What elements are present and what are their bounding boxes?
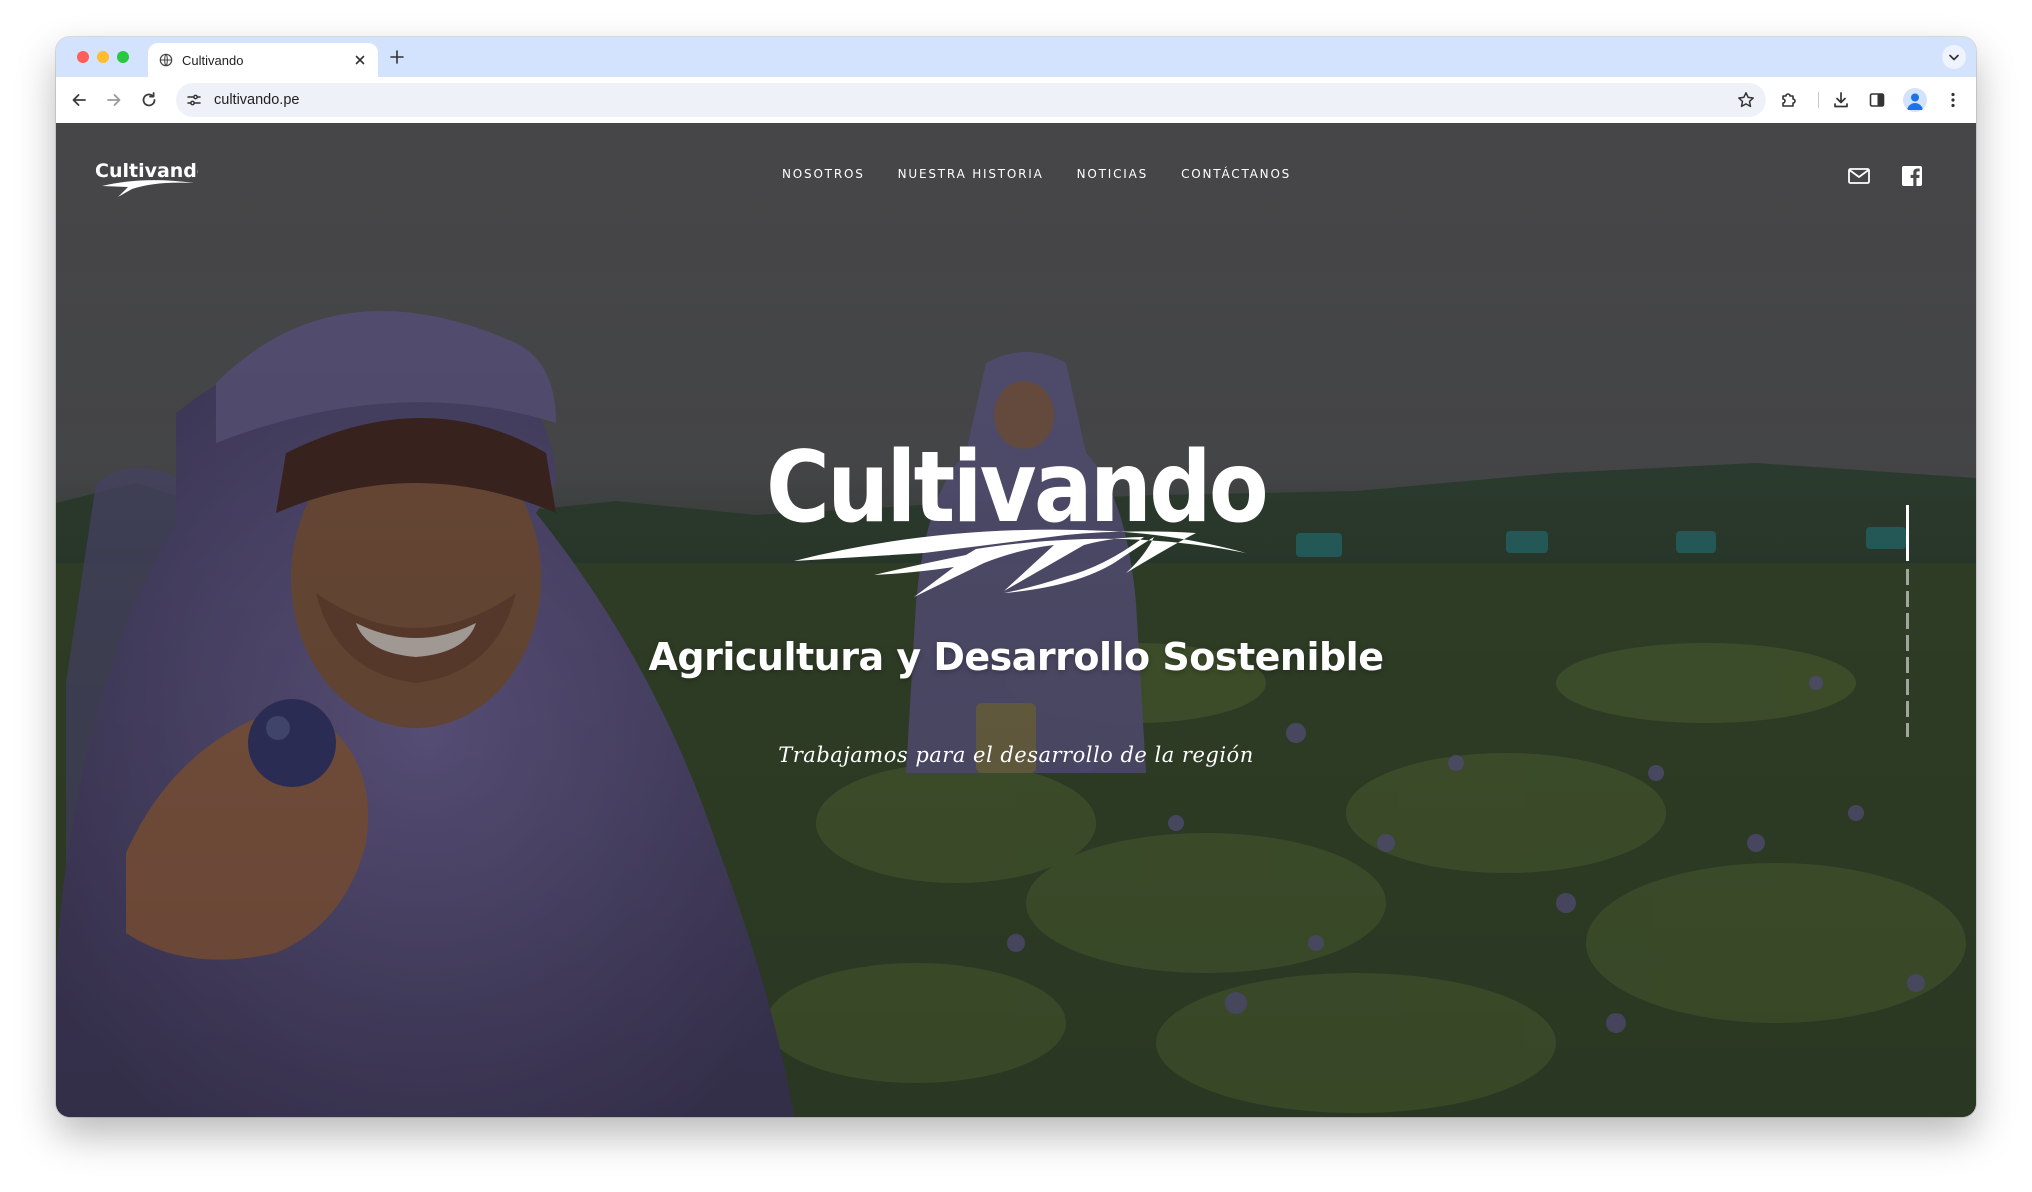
site-logo[interactable]: Cultivando xyxy=(94,155,198,199)
kebab-menu-icon[interactable] xyxy=(1943,90,1963,110)
browser-tab[interactable]: Cultivando xyxy=(148,43,378,77)
browser-toolbar: cultivando.pe xyxy=(56,77,1976,123)
arrow-right-icon[interactable] xyxy=(104,90,124,110)
star-icon[interactable] xyxy=(1736,90,1756,110)
mail-icon[interactable] xyxy=(1846,163,1872,189)
slider-dot-active xyxy=(1906,505,1909,561)
slider-dot xyxy=(1906,679,1909,695)
slider-pagination[interactable] xyxy=(1906,505,1910,737)
url-text[interactable]: cultivando.pe xyxy=(214,92,299,108)
web-page: Cultivando NOSOTROS NUESTRA HISTORIA NOT… xyxy=(56,123,1976,1117)
side-panel-icon[interactable] xyxy=(1867,90,1887,110)
slider-dot xyxy=(1906,613,1909,629)
arrow-left-icon[interactable] xyxy=(69,90,89,110)
svg-text:Cultivando: Cultivando xyxy=(766,433,1266,545)
chevron-down-icon xyxy=(1949,54,1959,61)
close-window-button[interactable] xyxy=(77,51,89,63)
person-icon xyxy=(1907,93,1923,110)
hero-subtitle: Trabajamos para el desarrollo de la regi… xyxy=(778,743,1254,767)
slider-dot xyxy=(1906,591,1909,607)
profile-avatar[interactable] xyxy=(1903,88,1927,112)
close-tab-icon[interactable] xyxy=(352,52,368,68)
puzzle-icon[interactable] xyxy=(1779,90,1799,110)
download-icon[interactable] xyxy=(1831,90,1851,110)
slider-dot xyxy=(1906,569,1909,585)
reload-icon[interactable] xyxy=(139,90,159,110)
nav-nuestra-historia[interactable]: NUESTRA HISTORIA xyxy=(898,167,1044,181)
toolbar-separator xyxy=(1818,92,1819,108)
slider-dot xyxy=(1906,657,1909,673)
hero-title: Agricultura y Desarrollo Sostenible xyxy=(648,635,1384,679)
hero-logo: Cultivando xyxy=(766,433,1266,597)
tab-strip: Cultivando xyxy=(56,37,1976,77)
nav-contactanos[interactable]: CONTÁCTANOS xyxy=(1181,167,1291,181)
nav-nosotros[interactable]: NOSOTROS xyxy=(782,167,865,181)
svg-text:Cultivando: Cultivando xyxy=(95,160,198,182)
address-bar[interactable]: cultivando.pe xyxy=(176,83,1766,117)
tab-title: Cultivando xyxy=(182,53,244,68)
zoom-window-button[interactable] xyxy=(117,51,129,63)
tab-search-button[interactable] xyxy=(1942,45,1966,69)
slider-dot xyxy=(1906,635,1909,651)
minimize-window-button[interactable] xyxy=(97,51,109,63)
hero-background-photo xyxy=(56,123,1976,1117)
browser-window: Cultivando cultivando.pe Cultivand NOSOT… xyxy=(56,37,1976,1117)
globe-icon xyxy=(159,53,173,67)
slider-dot xyxy=(1906,723,1909,737)
facebook-icon[interactable] xyxy=(1899,163,1925,189)
nav-noticias[interactable]: NOTICIAS xyxy=(1077,167,1148,181)
main-navigation: NOSOTROS NUESTRA HISTORIA NOTICIAS CONTÁ… xyxy=(782,167,1324,181)
slider-dot xyxy=(1906,701,1909,717)
tune-icon[interactable] xyxy=(186,92,202,108)
plus-icon[interactable] xyxy=(388,48,406,66)
